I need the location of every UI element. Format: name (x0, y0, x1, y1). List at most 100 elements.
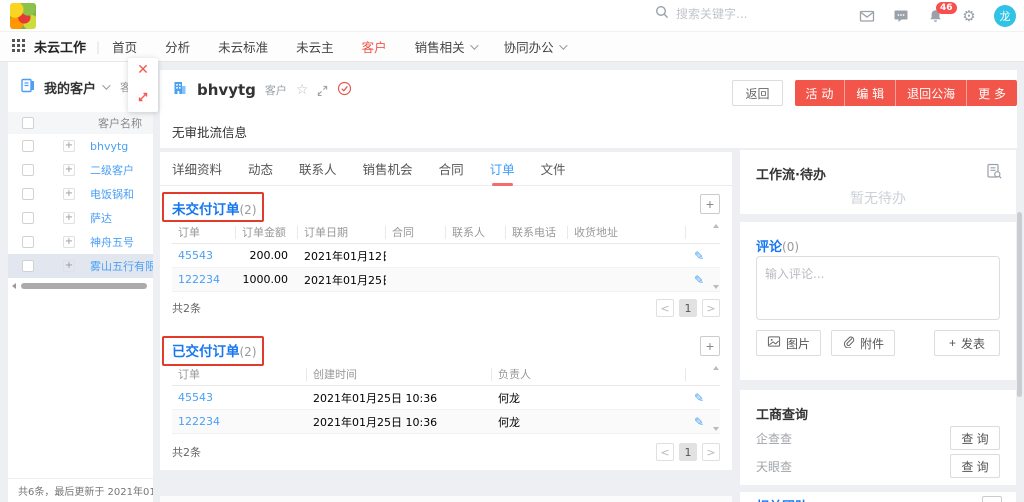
order-link[interactable]: 122234 (172, 415, 307, 428)
delivered-orders-title: 已交付订单(2) (172, 340, 257, 360)
chevron-down-icon[interactable] (102, 81, 110, 89)
expand-plus-icon[interactable]: + (63, 188, 75, 200)
nav-item-sales[interactable]: 销售相关 (415, 37, 476, 56)
scroll-up-icon[interactable] (713, 224, 719, 228)
table-row[interactable]: 122234 1000.00 2021年01月25日 ✎ (172, 268, 720, 292)
horizontal-scrollbar[interactable] (8, 282, 153, 290)
scroll-down-icon[interactable] (713, 427, 719, 431)
service-name: 企查查 (756, 430, 792, 447)
customer-row[interactable]: +萨达 (8, 206, 153, 230)
bell-icon[interactable]: 46 (926, 7, 944, 25)
edit-pencil-icon[interactable]: ✎ (694, 249, 704, 263)
customer-row[interactable]: +二级客户 (8, 158, 153, 182)
scroll-up-icon[interactable] (713, 366, 719, 370)
user-avatar[interactable]: 龙 (994, 5, 1016, 27)
edit-button[interactable]: 编 辑 (845, 80, 896, 106)
tab-files[interactable]: 文件 (541, 152, 566, 186)
table-row[interactable]: 122234 2021年01月25日 10:36 何龙 ✎ (172, 410, 720, 434)
select-all-checkbox[interactable] (22, 117, 34, 129)
tab-contacts[interactable]: 联系人 (299, 152, 337, 186)
nav-item-home[interactable]: 首页 (112, 37, 137, 56)
table-row[interactable]: 45543 200.00 2021年01月12日 ✎ (172, 244, 720, 268)
query-tianyancha-button[interactable]: 查 询 (950, 454, 1000, 478)
table-row[interactable]: 45543 2021年01月25日 10:36 何龙 ✎ (172, 386, 720, 410)
app-launcher-grid-icon[interactable] (12, 39, 25, 55)
add-undelivered-order-button[interactable]: + (700, 194, 720, 214)
current-page-button[interactable]: 1 (679, 299, 697, 317)
row-checkbox[interactable] (22, 140, 34, 152)
customer-list-sidebar: 我的客户 客户 客户名称 +bhvytg +二级客户 +电饭锅和 +萨达 +神舟… (8, 62, 153, 502)
customer-row[interactable]: +bhvytg (8, 134, 153, 158)
seal-badge-icon[interactable] (337, 81, 352, 100)
scrollbar-thumb[interactable] (21, 283, 147, 289)
row-checkbox[interactable] (22, 212, 34, 224)
app-logo[interactable] (10, 3, 36, 29)
row-checkbox[interactable] (22, 188, 34, 200)
tab-opportunities[interactable]: 销售机会 (363, 152, 413, 186)
customer-row[interactable]: +神舟五号 (8, 230, 153, 254)
activity-button[interactable]: 活 动 (795, 80, 846, 106)
table-scrollbar[interactable] (712, 364, 720, 385)
building-icon (172, 80, 188, 100)
comment-input[interactable] (756, 256, 1000, 320)
customer-row[interactable]: +电饭锅和 (8, 182, 153, 206)
attachment-button[interactable]: 附件 (831, 330, 895, 356)
view-selector[interactable]: 我的客户 (44, 78, 96, 97)
tab-details[interactable]: 详细资料 (172, 152, 222, 186)
nav-item-collab[interactable]: 协同办公 (504, 37, 565, 56)
expand-plus-icon[interactable]: + (63, 212, 75, 224)
search-icon (655, 4, 669, 23)
table-scrollbar[interactable] (712, 222, 720, 243)
prev-page-button[interactable]: < (656, 443, 674, 461)
tab-activity[interactable]: 动态 (248, 152, 273, 186)
row-checkbox[interactable] (22, 164, 34, 176)
next-page-button[interactable]: > (702, 299, 720, 317)
current-page-button[interactable]: 1 (679, 443, 697, 461)
edit-pencil-icon[interactable]: ✎ (694, 415, 704, 429)
fullscreen-expand-icon[interactable] (317, 81, 328, 100)
publish-button[interactable]: + 发表 (934, 330, 1000, 356)
more-button[interactable]: 更 多 (967, 80, 1017, 106)
image-button[interactable]: 图片 (756, 330, 821, 356)
expand-plus-icon[interactable]: + (63, 236, 75, 248)
message-icon[interactable] (892, 7, 910, 25)
order-link[interactable]: 122234 (172, 273, 236, 286)
tab-orders[interactable]: 订单 (490, 152, 515, 186)
row-checkbox[interactable] (22, 236, 34, 248)
edit-pencil-icon[interactable]: ✎ (694, 391, 704, 405)
back-button[interactable]: 返回 (732, 80, 782, 106)
row-checkbox[interactable] (22, 260, 34, 272)
expand-plus-icon[interactable]: + (63, 164, 75, 176)
add-delivered-order-button[interactable]: + (700, 336, 720, 356)
settings-gear-icon[interactable]: ⚙ (960, 7, 978, 25)
nav-item-analysis[interactable]: 分析 (165, 37, 190, 56)
add-team-member-button[interactable]: + (982, 496, 1002, 502)
tab-contracts[interactable]: 合同 (439, 152, 464, 186)
expand-plus-icon[interactable]: + (63, 140, 75, 152)
next-page-button[interactable]: > (702, 443, 720, 461)
order-link[interactable]: 45543 (172, 391, 307, 404)
global-search[interactable] (655, 4, 806, 23)
workspace-title[interactable]: 未云工作 (34, 37, 86, 56)
nav-item-customer[interactable]: 客户 (362, 37, 387, 56)
resize-diagonal-arrow-icon[interactable] (137, 88, 149, 107)
expand-plus-icon[interactable]: + (63, 260, 75, 272)
order-link[interactable]: 45543 (172, 249, 236, 262)
list-search-icon[interactable] (986, 163, 1002, 183)
favorite-star-icon[interactable]: ☆ (296, 82, 309, 98)
page-scrollbar[interactable] (1017, 212, 1022, 397)
mail-icon[interactable] (858, 7, 876, 25)
edit-pencil-icon[interactable]: ✎ (694, 273, 704, 287)
scroll-left-arrow-icon[interactable] (12, 283, 16, 289)
return-to-pool-button[interactable]: 退回公海 (896, 80, 967, 106)
scroll-down-icon[interactable] (713, 285, 719, 289)
search-input[interactable] (676, 7, 806, 21)
query-qichacha-button[interactable]: 查 询 (950, 426, 1000, 450)
customer-row-selected[interactable]: +雾山五行有限 (8, 254, 153, 278)
prev-page-button[interactable]: < (656, 299, 674, 317)
related-team-title: 相关团队 (756, 496, 808, 502)
close-icon[interactable]: ✕ (137, 63, 149, 77)
nav-item-main[interactable]: 未云主 (296, 37, 334, 56)
nav-item-standard[interactable]: 未云标准 (218, 37, 268, 56)
lookup-row: 企查查 查 询 (756, 426, 1000, 450)
